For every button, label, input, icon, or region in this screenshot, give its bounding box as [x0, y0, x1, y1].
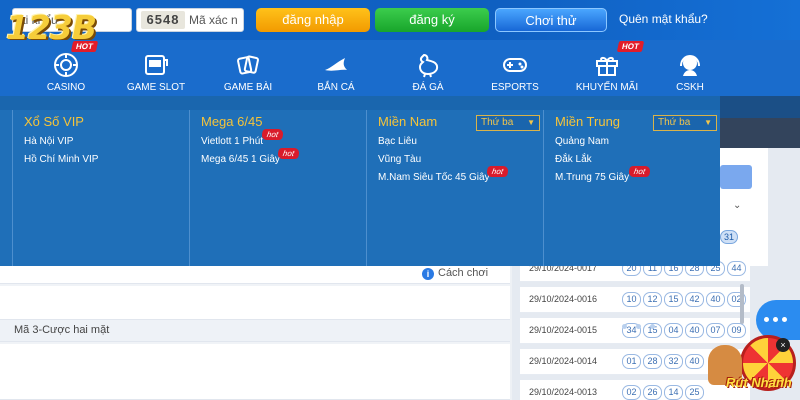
info-icon[interactable]: i	[422, 268, 434, 280]
nav-label: CSKH	[676, 82, 704, 93]
gift-icon	[596, 57, 618, 76]
headset-icon	[680, 54, 700, 76]
result-ball: 26	[643, 385, 662, 400]
draw-row[interactable]: 29/10/2024-0016 10 12 15 42 40 02	[520, 287, 750, 313]
caret-down-icon: ▼	[704, 118, 712, 127]
gamepad-icon	[503, 58, 527, 72]
caret-down-icon: ▼	[527, 118, 535, 127]
result-ball: 44	[727, 261, 746, 276]
draw-id: 29/10/2024-0014	[529, 356, 598, 366]
nav-label: ĐÁ GÀ	[412, 82, 444, 93]
menu-item[interactable]: Đắk Lắk	[555, 154, 592, 165]
nav-label: GAME BÀI	[223, 82, 273, 93]
close-icon[interactable]: ×	[776, 338, 790, 352]
day-select[interactable]: Thứ ba ▼	[476, 115, 540, 131]
promo-text: Rút Nhanh	[726, 375, 792, 390]
bet-type-title: Mã 3-Cược hai mặt	[14, 324, 110, 336]
result-ball: 12	[643, 292, 662, 307]
pagination-dots	[622, 316, 664, 334]
bet-area	[0, 286, 510, 320]
nav-item-khuyen-mai[interactable]: HOT KHUYẾN MÃI	[574, 40, 645, 96]
draw-id: 29/10/2024-0015	[529, 325, 598, 335]
howto-link[interactable]: Cách chơi	[438, 267, 488, 279]
column-mien-nam: Miền Nam Thứ ba ▼ Bạc Liêu Vũng Tàu M.Nam…	[366, 110, 543, 266]
menu-item[interactable]: Vietlott 1 Phút	[201, 136, 263, 147]
menu-item[interactable]: M.Nam Siêu Tốc 45 Giây	[378, 172, 490, 183]
hot-badge: hot	[486, 166, 510, 177]
nav-item-da-ga[interactable]: ĐÁ GÀ	[408, 40, 448, 96]
column-mien-trung: Miền Trung Thứ ba ▼ Quảng Nam Đắk Lắk M.T…	[543, 110, 720, 266]
rooster-icon	[418, 53, 439, 78]
login-button[interactable]: đăng nhập	[256, 8, 370, 32]
results-header	[720, 96, 800, 118]
result-ball: 14	[664, 385, 683, 400]
column-title: Miền Nam	[378, 114, 438, 129]
menu-item[interactable]: M.Trung 75 Giây	[555, 172, 629, 183]
day-select-value: Thứ ba	[658, 117, 691, 128]
column-title: Miền Trung	[555, 114, 621, 129]
results-filter-button[interactable]	[720, 165, 752, 189]
chevron-down-icon[interactable]: ⌄	[733, 200, 741, 211]
result-ball: 32	[664, 354, 683, 369]
result-ball: 40	[706, 292, 725, 307]
results-banner	[720, 118, 800, 148]
scrollbar[interactable]	[740, 284, 744, 324]
menu-item[interactable]: Bạc Liêu	[378, 136, 417, 147]
menu-item[interactable]: Vũng Tàu	[378, 154, 421, 165]
result-ball: 10	[622, 292, 641, 307]
cards-icon	[237, 55, 259, 75]
nav-label: ESPORTS	[491, 82, 539, 93]
nav-item-game-slot[interactable]: GAME SLOT	[124, 40, 188, 96]
hot-badge: hot	[277, 148, 301, 159]
menu-item[interactable]: Mega 6/45 1 Giây	[201, 154, 280, 165]
nav-item-casino[interactable]: HOT CASINO	[40, 40, 99, 96]
lottery-dropdown: Xổ Số VIP Hà Nội VIP Hồ Chí Minh VIP Meg…	[0, 96, 720, 266]
column-title: Mega 6/45	[201, 114, 263, 129]
nav-label: CASINO	[46, 82, 86, 93]
nav-label: BẮN CÁ	[317, 82, 355, 93]
column-mega: Mega 6/45 Vietlott 1 Phút hot Mega 6/45 …	[189, 110, 366, 266]
chat-button[interactable]	[756, 300, 800, 340]
shark-icon	[325, 58, 347, 71]
day-select[interactable]: Thứ ba ▼	[653, 115, 717, 131]
result-ball: 01	[622, 354, 641, 369]
result-ball: 42	[685, 292, 704, 307]
nav-item-cskh[interactable]: CSKH	[672, 40, 708, 96]
day-select-value: Thứ ba	[481, 117, 514, 128]
register-button[interactable]: đăng ký	[375, 8, 489, 32]
forgot-password-link[interactable]: Quên mật khẩu?	[619, 12, 708, 26]
column-xo-so-vip: Xổ Số VIP Hà Nội VIP Hồ Chí Minh VIP	[12, 110, 190, 266]
draw-id: 29/10/2024-0016	[529, 294, 598, 304]
menu-item[interactable]: Hà Nội VIP	[24, 136, 73, 147]
nav-item-game-bai[interactable]: GAME BÀI	[220, 40, 276, 96]
column-title: Xổ Số VIP	[24, 114, 84, 129]
result-ball: 04	[664, 323, 683, 338]
nav-item-ban-ca[interactable]: BẮN CÁ	[314, 40, 358, 96]
result-ball: 28	[643, 354, 662, 369]
nav-label: KHUYẾN MÃI	[575, 82, 639, 93]
menu-item[interactable]: Quảng Nam	[555, 136, 609, 147]
result-ball: 02	[622, 385, 641, 400]
slot-machine-icon	[145, 55, 168, 75]
hot-badge: HOT	[616, 41, 645, 52]
hot-badge: hot	[628, 166, 652, 177]
result-ball: 15	[664, 292, 683, 307]
bet-area	[0, 344, 510, 400]
demo-button[interactable]: Chơi thử	[495, 8, 607, 32]
draw-id: 29/10/2024-0013	[529, 387, 598, 397]
nav-item-esports[interactable]: ESPORTS	[488, 40, 542, 96]
nav-label: GAME SLOT	[126, 82, 186, 93]
menu-item[interactable]: Hồ Chí Minh VIP	[24, 154, 98, 165]
casino-chip-icon	[54, 53, 78, 77]
main-nav: HOT CASINO GAME SLOT GAME BÀI BẮN CÁ ĐÁ …	[0, 40, 800, 96]
hot-badge: HOT	[70, 41, 99, 52]
result-ball-partial: 31	[720, 230, 738, 244]
hot-badge: hot	[261, 129, 285, 140]
